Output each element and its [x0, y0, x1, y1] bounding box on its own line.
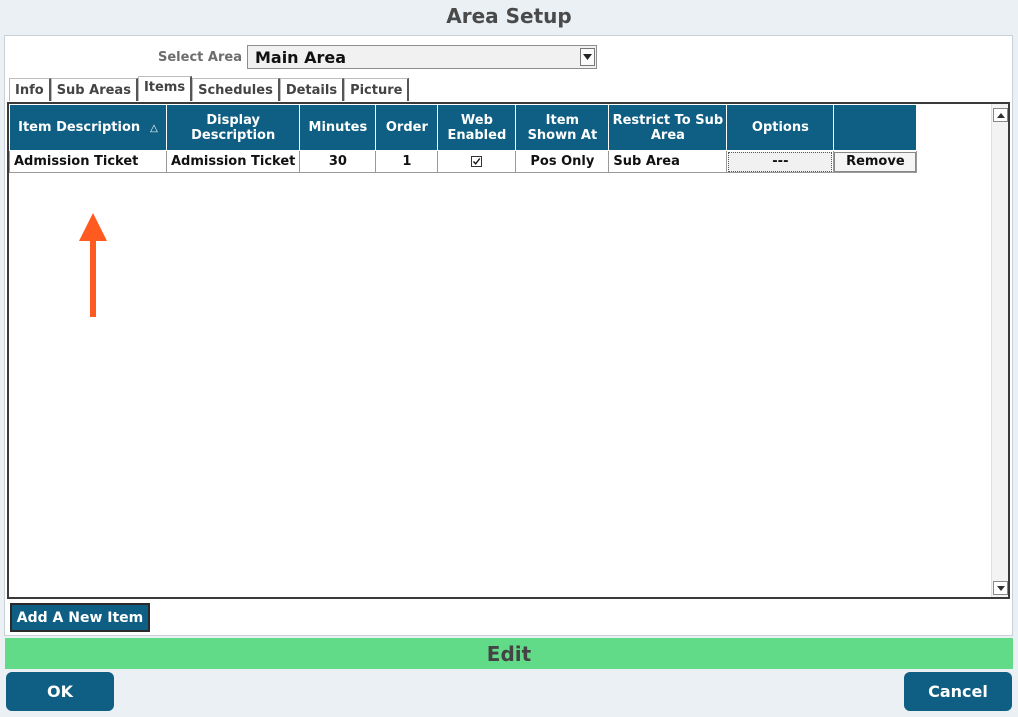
cell-minutes[interactable]: 30 [299, 150, 377, 173]
add-new-item-button[interactable]: Add A New Item [10, 603, 150, 632]
tab-items[interactable]: Items [137, 76, 193, 101]
chevron-down-icon [996, 585, 1005, 591]
cell-options: --- [726, 150, 835, 173]
column-header-item-description[interactable]: Item Description △ [9, 104, 167, 151]
scroll-up-button[interactable] [993, 108, 1008, 122]
items-grid: Item Description △ Display Description Mi… [7, 102, 1010, 599]
area-select-value: Main Area [254, 47, 347, 67]
area-select-dropdown[interactable]: Main Area [246, 45, 597, 69]
column-header-remove [833, 104, 918, 151]
area-select-row: Select Area Main Area [158, 45, 597, 69]
scroll-down-button[interactable] [993, 581, 1008, 595]
column-header-display-description[interactable]: Display Description [165, 104, 301, 151]
cell-display-description[interactable]: Admission Ticket [165, 150, 301, 173]
column-header-minutes[interactable]: Minutes [299, 104, 377, 151]
cancel-button[interactable]: Cancel [904, 672, 1012, 711]
column-header-web-enabled[interactable]: Web Enabled [437, 104, 517, 151]
column-header-order[interactable]: Order [375, 104, 439, 151]
cell-remove: Remove [833, 150, 918, 173]
items-table: Item Description △ Display Description Mi… [9, 104, 918, 173]
vertical-scrollbar[interactable] [991, 104, 1008, 597]
column-header-restrict-to-sub-area[interactable]: Restrict To Sub Area [608, 104, 728, 151]
checkmark-icon [473, 158, 481, 165]
column-header-item-shown-at[interactable]: Item Shown At [515, 104, 610, 151]
area-setup-panel: Select Area Main Area Info Sub Areas Ite… [4, 35, 1013, 636]
tab-schedules[interactable]: Schedules [192, 78, 280, 101]
mode-status-bar: Edit [5, 638, 1013, 669]
select-area-label: Select Area [158, 49, 242, 65]
chevron-up-icon [996, 112, 1005, 118]
tab-picture[interactable]: Picture [344, 78, 410, 101]
web-enabled-checkbox[interactable] [471, 156, 483, 167]
chevron-down-icon[interactable] [579, 48, 595, 66]
remove-button[interactable]: Remove [834, 151, 917, 172]
ok-button[interactable]: OK [6, 672, 114, 711]
tab-info[interactable]: Info [9, 78, 51, 101]
sort-ascending-icon: △ [150, 122, 158, 134]
tab-sub-areas[interactable]: Sub Areas [50, 78, 138, 101]
page-title: Area Setup [446, 4, 572, 28]
cell-item-description[interactable]: Admission Ticket [9, 150, 167, 173]
table-row[interactable]: Admission Ticket Admission Ticket 30 1 P… [9, 150, 918, 173]
annotation-arrow-icon [79, 213, 107, 317]
table-header-row: Item Description △ Display Description Mi… [9, 104, 918, 151]
cell-restrict-to-sub-area[interactable]: Sub Area [608, 150, 728, 173]
cell-item-shown-at[interactable]: Pos Only [515, 150, 610, 173]
column-header-label: Item Description [18, 119, 141, 135]
tab-bar: Info Sub Areas Items Schedules Details P… [9, 76, 410, 101]
tab-details[interactable]: Details [279, 78, 345, 101]
options-button[interactable]: --- [728, 151, 833, 172]
column-header-options[interactable]: Options [726, 104, 835, 151]
cell-order[interactable]: 1 [375, 150, 439, 173]
cell-web-enabled [437, 150, 517, 173]
